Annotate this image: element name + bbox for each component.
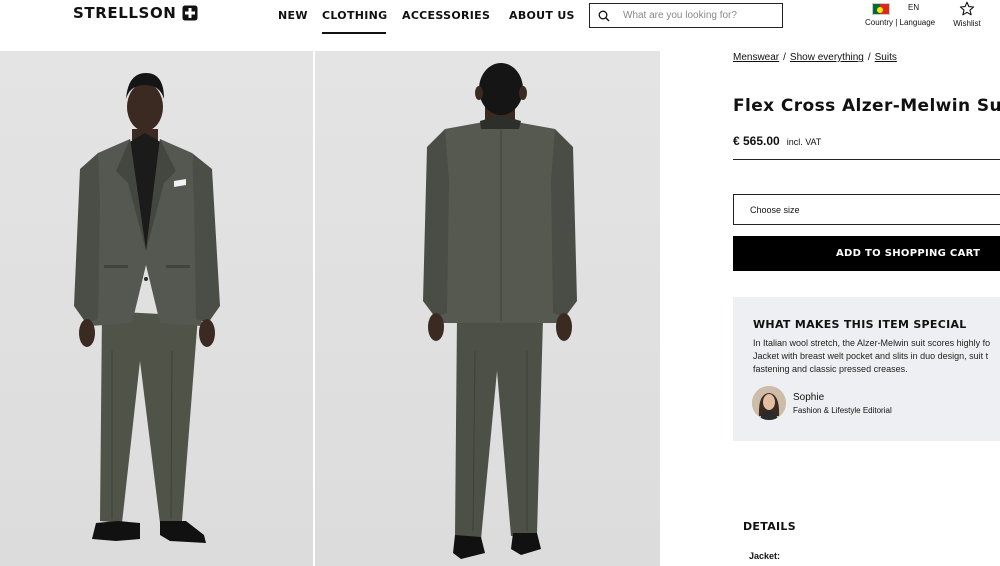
product-image-back[interactable] (315, 51, 660, 566)
search-input[interactable] (623, 10, 773, 21)
details-heading[interactable]: DETAILS (743, 520, 796, 533)
model-back-illustration (423, 63, 577, 559)
breadcrumb-separator: / (783, 52, 786, 63)
brand-logo-text: STRELLSON (73, 4, 177, 22)
brand-logo[interactable]: STRELLSON (73, 4, 198, 22)
breadcrumb-item-suits[interactable]: Suits (875, 52, 897, 63)
editor-role: Fashion & Lifestyle Editorial (793, 406, 892, 415)
price-row: € 565.00 incl. VAT (733, 132, 1000, 160)
wishlist-button[interactable]: Wishlist (950, 1, 984, 29)
search-icon (598, 10, 610, 21)
star-icon (959, 1, 975, 16)
country-language-selector[interactable]: EN Country | Language (864, 2, 936, 30)
vat-note: incl. VAT (786, 137, 822, 147)
breadcrumb-separator: / (867, 52, 871, 63)
jacket-details-label: Jacket: (749, 551, 781, 561)
brand-cross-icon (182, 5, 198, 21)
size-select[interactable]: Choose size (733, 194, 1000, 225)
site-header: STRELLSON NEW CLOTHING ACCESSORIES ABOUT… (0, 0, 1000, 50)
product-title: Flex Cross Alzer-Melwin Suit (733, 96, 1000, 116)
editor-name: Sophie (793, 392, 825, 403)
nav-item-new[interactable]: NEW (278, 9, 307, 34)
special-description: In Italian wool stretch, the Alzer-Melwi… (753, 337, 1000, 376)
model-front-illustration (74, 73, 220, 543)
language-code: EN (908, 3, 920, 12)
country-language-label: Country | Language (865, 18, 936, 27)
product-price: € 565.00 (733, 134, 780, 148)
special-text-line: fastening and classic pressed creases. (753, 364, 908, 374)
portugal-flag-icon (872, 3, 890, 15)
search-box[interactable] (589, 3, 783, 28)
breadcrumb: Menswear / Show everything / Suits (733, 52, 897, 63)
nav-item-accessories[interactable]: ACCESSORIES (402, 9, 490, 34)
breadcrumb-item-menswear[interactable]: Menswear (733, 52, 779, 63)
editor-avatar (752, 386, 786, 420)
nav-item-clothing[interactable]: CLOTHING (322, 9, 387, 34)
product-image-front[interactable] (0, 51, 313, 566)
main-nav: NEW CLOTHING ACCESSORIES ABOUT US (278, 9, 591, 34)
special-heading: WHAT MAKES THIS ITEM SPECIAL (753, 318, 967, 331)
special-text-line: Jacket with breast welt pocket and slits… (753, 351, 989, 361)
add-to-cart-button[interactable]: ADD TO SHOPPING CART (733, 236, 1000, 271)
wishlist-label: Wishlist (953, 19, 981, 28)
special-text-line: In Italian wool stretch, the Alzer-Melwi… (753, 338, 991, 348)
breadcrumb-item-show-everything[interactable]: Show everything (790, 52, 864, 63)
item-special-panel: WHAT MAKES THIS ITEM SPECIAL In Italian … (733, 297, 1000, 441)
nav-item-about-us[interactable]: ABOUT US (509, 9, 575, 34)
